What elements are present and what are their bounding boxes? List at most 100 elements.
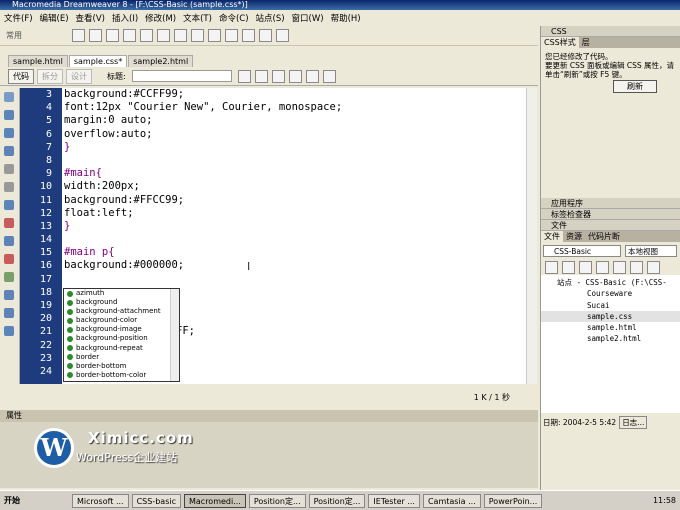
tab-assets[interactable]: 资源	[563, 231, 585, 242]
tab-sample2-html[interactable]: sample2.html	[128, 55, 194, 67]
menu-help[interactable]: 帮助(H)	[331, 12, 361, 24]
tree-folder[interactable]: Courseware	[541, 288, 680, 299]
media-icon[interactable]	[174, 29, 187, 42]
head-icon[interactable]	[225, 29, 238, 42]
check-in-icon[interactable]	[630, 261, 643, 274]
refresh-button[interactable]: 刷新	[613, 80, 657, 93]
taskbar-item[interactable]: IETester ...	[368, 493, 420, 508]
code-hint-item[interactable]: background	[64, 298, 179, 307]
image-icon[interactable]	[157, 29, 170, 42]
log-button[interactable]: 日志...	[619, 416, 648, 429]
date-icon[interactable]	[191, 29, 204, 42]
tab-files[interactable]: 文件	[541, 231, 563, 242]
connect-icon[interactable]	[545, 261, 558, 274]
panel-tag-inspector[interactable]: 标签检查器	[541, 209, 680, 220]
layer-icon[interactable]	[140, 29, 153, 42]
refresh-design-icon[interactable]	[288, 69, 302, 83]
tag-chooser-icon[interactable]	[276, 29, 289, 42]
tab-layers[interactable]: 层	[579, 37, 593, 48]
wrap-tag-icon[interactable]	[4, 272, 14, 282]
menu-modify[interactable]: 修改(M)	[145, 12, 176, 24]
put-files-icon[interactable]	[596, 261, 609, 274]
taskbar-item[interactable]: CSS-basic	[131, 493, 181, 508]
template-icon[interactable]	[259, 29, 272, 42]
tree-folder[interactable]: Sucai	[541, 300, 680, 311]
code-hints-scrollbar[interactable]	[170, 289, 179, 381]
code-hint-item[interactable]: background-repeat	[64, 344, 179, 353]
tree-file[interactable]: sample.css	[541, 310, 680, 323]
taskbar-item[interactable]: Position定...	[248, 493, 306, 508]
menu-edit[interactable]: 编辑(E)	[40, 12, 69, 24]
title-input[interactable]	[131, 70, 232, 82]
expand-icon[interactable]	[647, 261, 660, 274]
code-hint-item[interactable]: background-image	[64, 325, 179, 334]
indent-icon[interactable]	[4, 308, 14, 318]
code-hint-item[interactable]: background-position	[64, 334, 179, 343]
menu-view[interactable]: 查看(V)	[76, 12, 105, 24]
tab-snippets[interactable]: 代码片断	[585, 231, 623, 242]
panel-application[interactable]: 应用程序	[541, 198, 680, 209]
tree-file[interactable]: sample.html	[541, 322, 680, 333]
menu-text[interactable]: 文本(T)	[183, 12, 212, 24]
site-select[interactable]: CSS-Basic	[543, 245, 621, 257]
collapse-selection-icon[interactable]	[4, 128, 14, 138]
toolbar-category[interactable]: 常用	[6, 30, 22, 41]
tab-sample-html[interactable]: sample.html	[8, 55, 68, 67]
code-hint-item[interactable]: background-attachment	[64, 307, 179, 316]
taskbar-item[interactable]: Macromedi...	[183, 493, 246, 508]
view-select[interactable]: 本地视图	[625, 245, 677, 257]
hyperlink-icon[interactable]	[72, 29, 85, 42]
menu-commands[interactable]: 命令(C)	[219, 12, 249, 24]
outdent-icon[interactable]	[4, 326, 14, 336]
debug-icon[interactable]	[271, 69, 285, 83]
table-icon[interactable]	[123, 29, 136, 42]
start-button[interactable]: 开始	[4, 495, 20, 506]
code-hint-item[interactable]: azimuth	[64, 289, 179, 298]
code-hint-item[interactable]: border-bottom-color	[64, 371, 179, 380]
code-hint-item[interactable]: background-color	[64, 316, 179, 325]
split-view-button[interactable]: 拆分	[37, 68, 63, 84]
script-icon[interactable]	[242, 29, 255, 42]
get-files-icon[interactable]	[579, 261, 592, 274]
tab-css-styles[interactable]: CSS样式	[541, 37, 579, 48]
refresh-icon[interactable]	[562, 261, 575, 274]
properties-panel-header[interactable]: 属性	[0, 410, 538, 422]
balance-braces-icon[interactable]	[4, 182, 14, 192]
collapse-tag-icon[interactable]	[4, 110, 14, 120]
email-icon[interactable]	[89, 29, 102, 42]
css-panel-header[interactable]: CSS	[541, 26, 680, 37]
code-hint-item[interactable]: border	[64, 353, 179, 362]
expand-all-icon[interactable]	[4, 146, 14, 156]
menu-file[interactable]: 文件(F)	[4, 12, 33, 24]
select-parent-tag-icon[interactable]	[4, 164, 14, 174]
tree-site-root[interactable]: 站点 - CSS-Basic (F:\CSS-	[541, 277, 680, 288]
comment-icon[interactable]	[208, 29, 221, 42]
recent-snippets-icon[interactable]	[4, 290, 14, 300]
code-hint-item[interactable]: border-bottom	[64, 362, 179, 371]
taskbar-item[interactable]: Camtasia ...	[422, 493, 481, 508]
line-numbers-icon[interactable]	[4, 200, 14, 210]
open-documents-icon[interactable]	[4, 92, 14, 102]
preview-icon[interactable]	[254, 69, 268, 83]
taskbar-item[interactable]: Position定...	[308, 493, 366, 508]
menu-window[interactable]: 窗口(W)	[292, 12, 324, 24]
view-options-icon[interactable]	[305, 69, 319, 83]
code-view-button[interactable]: 代码	[8, 68, 34, 84]
anchor-icon[interactable]	[106, 29, 119, 42]
editor-scrollbar[interactable]	[526, 88, 537, 384]
design-view-button[interactable]: 设计	[66, 68, 92, 84]
menu-insert[interactable]: 插入(I)	[112, 12, 138, 24]
tree-file[interactable]: sample2.html	[541, 333, 680, 344]
taskbar-item[interactable]: Microsoft ...	[72, 493, 129, 508]
apply-comment-icon[interactable]	[4, 236, 14, 246]
panel-files[interactable]: 文件	[541, 220, 680, 231]
remove-comment-icon[interactable]	[4, 254, 14, 264]
menu-site[interactable]: 站点(S)	[256, 12, 285, 24]
visual-aids-icon[interactable]	[322, 69, 336, 83]
check-out-icon[interactable]	[613, 261, 626, 274]
taskbar-item[interactable]: PowerPoin...	[483, 493, 543, 508]
file-management-icon[interactable]	[237, 69, 251, 83]
highlight-invalid-icon[interactable]	[4, 218, 14, 228]
code-hints-list[interactable]: azimuth background background-attachment…	[63, 288, 180, 382]
tab-sample-css[interactable]: sample.css*	[68, 55, 128, 67]
